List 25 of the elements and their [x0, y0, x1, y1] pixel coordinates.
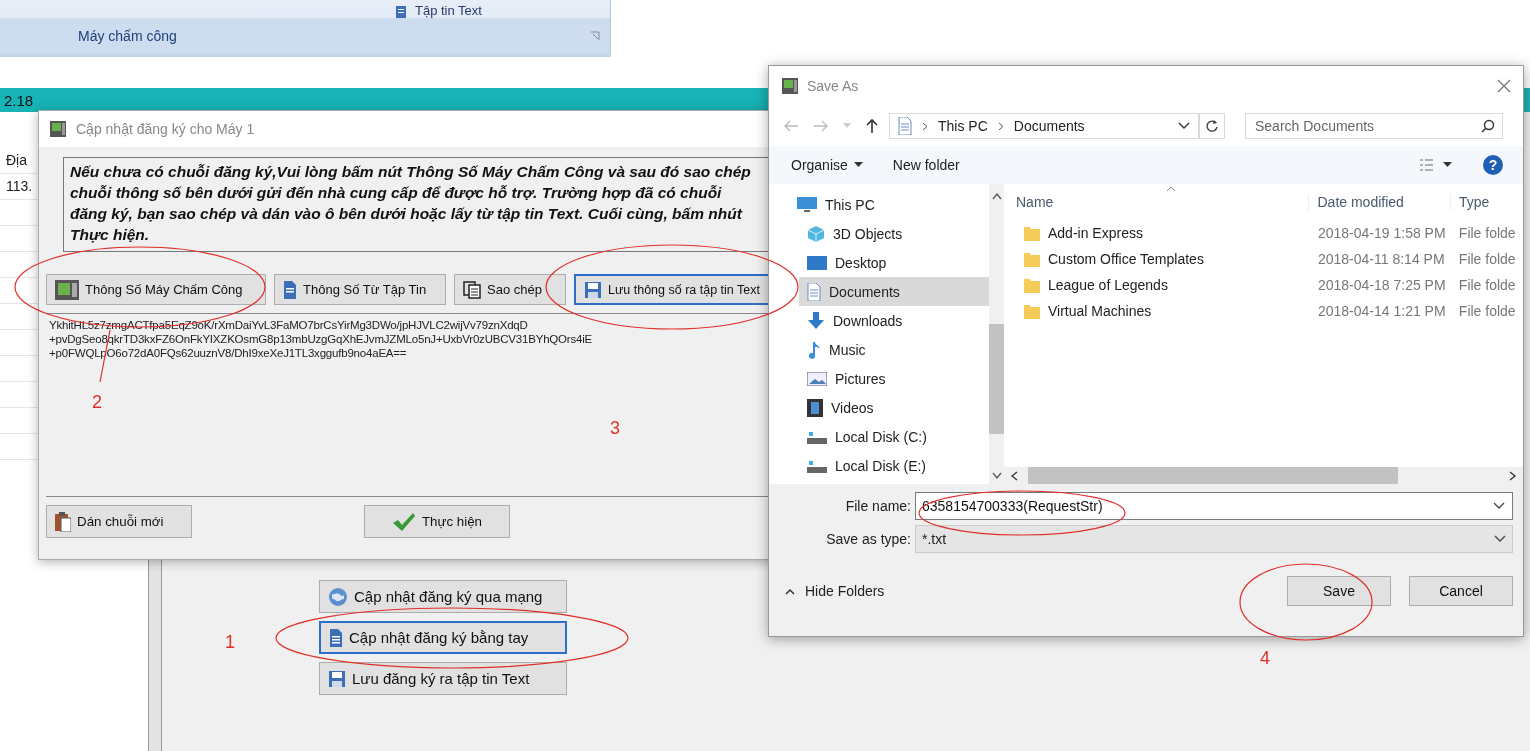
annotation-number: 1	[225, 632, 235, 653]
list-cell: 113.	[6, 178, 33, 194]
file-type: File folde	[1457, 251, 1517, 267]
annotation-number: 3	[610, 418, 620, 439]
ribbon-group-label: Máy chấm công	[78, 28, 177, 44]
header-text: 2.18	[4, 91, 34, 109]
file-type: File folde	[1457, 277, 1517, 293]
dialog-title: Cập nhật đăng ký cho Máy 1	[76, 121, 255, 137]
file-name: League of Legends	[1048, 277, 1168, 293]
annotation-number: 2	[92, 392, 102, 413]
field-label: File name:	[844, 498, 912, 514]
file-name: Add-in Express	[1048, 225, 1143, 241]
dialog-title: Save As	[807, 78, 859, 94]
file-type: File folde	[1457, 225, 1517, 241]
file-name: Custom Office Templates	[1048, 251, 1204, 267]
file-date: 2018-04-11 8:14 PM	[1316, 251, 1446, 267]
file-name: Virtual Machines	[1048, 303, 1152, 319]
file-date: 2018-04-18 7:25 PM	[1316, 277, 1447, 293]
file-date: 2018-04-14 1:21 PM	[1316, 303, 1447, 319]
instructions-text: Nếu chưa có chuỗi đăng ký,Vui lòng bấm nút Thông Số Máy Chấm Công và sau đó sao chép chuỗi thông số bên dưới gửi đến nhà cung cấp để được hỗ trợ. Trường hợp đã có chuỗi đăng ký, bạn sao chép và dán vào ô bên dưới hoặc lấy từ tập tin Text. Cuối cùng, bấm nhút Thực hiện.	[70, 163, 751, 243]
file-date: 2018-04-19 1:58 PM	[1316, 225, 1447, 241]
file-type: File folde	[1457, 303, 1517, 319]
list-cell: Địa	[6, 152, 27, 168]
annotation-number: 4	[1260, 648, 1270, 669]
field-label: Save as type:	[825, 531, 912, 547]
